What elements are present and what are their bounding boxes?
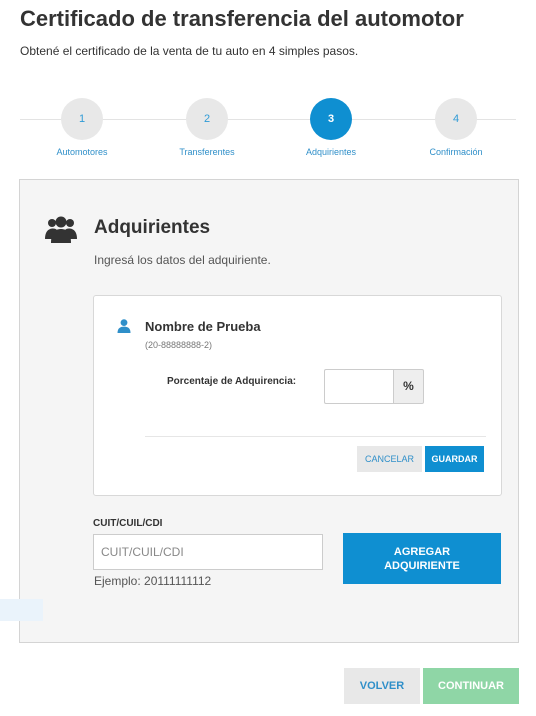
step-number: 3	[310, 98, 352, 140]
step-number: 1	[61, 98, 103, 140]
adquirientes-panel: Adquirientes Ingresá los datos del adqui…	[19, 179, 519, 643]
step-adquirientes[interactable]: 3 Adquirientes	[276, 98, 386, 157]
step-confirmacion[interactable]: 4 Confirmación	[401, 98, 511, 157]
users-group-icon	[45, 216, 77, 243]
stepper: 1 Automotores 2 Transferentes 3 Adquirie…	[20, 98, 516, 162]
card-divider	[145, 436, 486, 437]
percent-addon: %	[393, 369, 424, 404]
add-adquiriente-button[interactable]: AGREGAR ADQUIRIENTE	[343, 533, 501, 584]
cuit-example: Ejemplo: 20111111112	[94, 574, 212, 588]
panel-description: Ingresá los datos del adquiriente.	[94, 253, 271, 267]
percent-input[interactable]	[324, 369, 394, 404]
step-transferentes[interactable]: 2 Transferentes	[152, 98, 262, 157]
step-label: Adquirientes	[305, 147, 357, 157]
step-label: Automotores	[56, 147, 108, 157]
adquiriente-name: Nombre de Prueba	[145, 319, 261, 334]
adquiriente-card: Nombre de Prueba (20-88888888-2) Porcent…	[93, 295, 502, 496]
save-button[interactable]: GUARDAR	[425, 446, 484, 472]
cuit-input[interactable]	[93, 534, 323, 570]
page-title: Certificado de transferencia del automot…	[20, 6, 464, 31]
step-number: 4	[435, 98, 477, 140]
user-icon	[117, 319, 131, 333]
step-automotores[interactable]: 1 Automotores	[27, 98, 137, 157]
adquiriente-id: (20-88888888-2)	[145, 340, 213, 350]
cancel-button[interactable]: CANCELAR	[357, 446, 422, 472]
continue-button[interactable]: CONTINUAR	[423, 668, 519, 704]
back-button[interactable]: VOLVER	[344, 668, 420, 704]
page-subtitle: Obtené el certificado de la venta de tu …	[20, 44, 359, 58]
side-tab[interactable]	[0, 599, 43, 621]
cuit-label: CUIT/CUIL/CDI	[93, 518, 163, 529]
panel-heading: Adquirientes	[94, 217, 211, 238]
step-label: Transferentes	[179, 147, 235, 157]
step-number: 2	[186, 98, 228, 140]
percent-label: Porcentaje de Adquirencia:	[167, 376, 297, 387]
step-label: Confirmación	[429, 147, 483, 157]
